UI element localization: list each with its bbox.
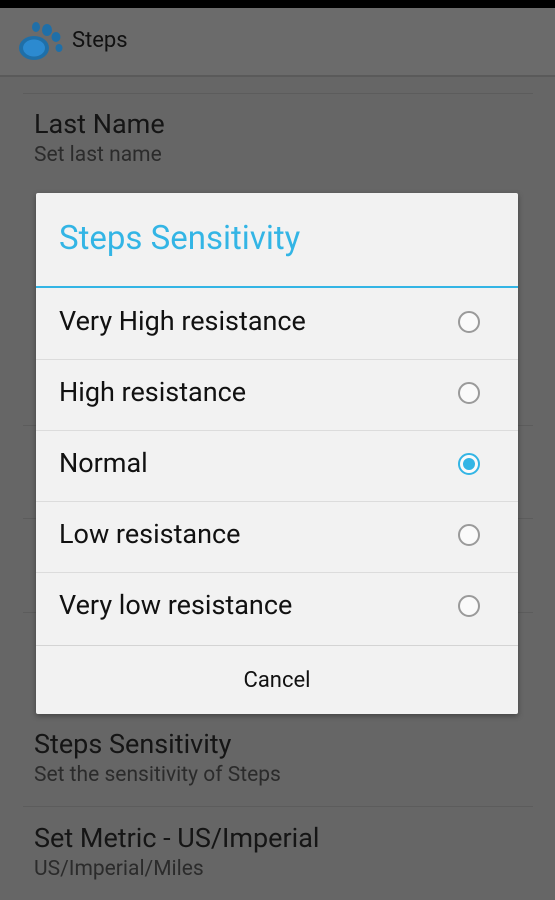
setting-title: Steps Sensitivity — [34, 728, 232, 760]
option-label: Very High resistance — [59, 305, 306, 337]
setting-title: Set Metric - US/Imperial — [34, 822, 320, 854]
option-high-resistance[interactable]: High resistance — [36, 360, 518, 431]
radio-button[interactable] — [458, 311, 480, 333]
radio-button[interactable] — [458, 382, 480, 404]
option-label: Low resistance — [59, 518, 241, 550]
setting-summary: Set the sensitivity of Steps — [34, 763, 281, 787]
option-label: Very low resistance — [59, 589, 293, 621]
setting-metric[interactable]: Set Metric - US/Imperial US/Imperial/Mil… — [23, 821, 533, 883]
list-divider — [23, 93, 533, 94]
setting-summary: Set last name — [34, 143, 162, 167]
option-very-high-resistance[interactable]: Very High resistance — [36, 289, 518, 360]
radio-button[interactable] — [458, 595, 480, 617]
dialog-title: Steps Sensitivity — [59, 219, 301, 258]
setting-title: Last Name — [34, 108, 165, 140]
radio-button-selected[interactable] — [458, 453, 480, 475]
radio-button[interactable] — [458, 524, 480, 546]
dialog-title-divider — [36, 286, 518, 288]
setting-steps-sensitivity[interactable]: Steps Sensitivity Set the sensitivity of… — [23, 727, 533, 789]
action-bar: Steps — [0, 8, 555, 77]
option-normal[interactable]: Normal — [36, 431, 518, 502]
option-very-low-resistance[interactable]: Very low resistance — [36, 573, 518, 644]
setting-summary: US/Imperial/Miles — [34, 857, 204, 881]
sensitivity-dialog: Steps Sensitivity Very High resistance H… — [36, 193, 518, 714]
option-label: High resistance — [59, 376, 247, 408]
cancel-button[interactable]: Cancel — [36, 645, 518, 714]
paw-icon[interactable] — [16, 20, 64, 64]
status-bar — [0, 0, 555, 8]
list-divider — [23, 806, 533, 807]
app-title: Steps — [72, 28, 128, 53]
option-low-resistance[interactable]: Low resistance — [36, 502, 518, 573]
option-label: Normal — [59, 447, 148, 479]
setting-last-name[interactable]: Last Name Set last name — [23, 107, 533, 169]
